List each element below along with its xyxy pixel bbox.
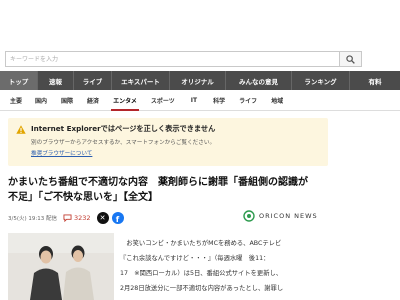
- oricon-logo-icon: [243, 209, 255, 222]
- article-photo-image: [8, 233, 114, 300]
- article-body-line: 2月28日放送分に一部不適切な内容があったとし、謝罪し: [120, 285, 284, 292]
- nav-item-breaking[interactable]: 速報: [38, 71, 74, 90]
- search-input[interactable]: [5, 51, 340, 67]
- x-share-icon[interactable]: ✕: [96, 212, 109, 224]
- comment-icon[interactable]: [63, 214, 72, 222]
- ie-warning-banner: Internet Explorerではページを正しく表示できません 別のブラウザ…: [8, 118, 328, 166]
- tab-life[interactable]: ライフ: [239, 96, 257, 105]
- tab-it[interactable]: IT: [191, 97, 197, 104]
- warning-icon: [16, 125, 26, 134]
- main-nav: トップ 速報 ライブ エキスパート オリジナル みんなの意見 ランキング 有料: [0, 71, 400, 90]
- tab-local[interactable]: 地域: [271, 96, 283, 105]
- recommended-browser-link[interactable]: 推奨ブラウザーについて: [31, 149, 92, 157]
- article-title-line: かまいたち番組で不適切な内容 薬剤師らに謝罪「番組側の認識が: [8, 177, 308, 188]
- nav-item-ranking[interactable]: ランキング: [292, 71, 350, 90]
- tab-sports[interactable]: スポーツ: [151, 96, 175, 105]
- tab-economy[interactable]: 経済: [87, 96, 99, 105]
- nav-item-original[interactable]: オリジナル: [170, 71, 226, 90]
- category-nav: 主要 国内 国際 経済 エンタメ スポーツ IT 科学 ライフ 地域: [0, 90, 400, 111]
- tab-main[interactable]: 主要: [10, 96, 22, 105]
- source-logo[interactable]: ORICON NEWS: [243, 209, 318, 222]
- nav-item-paid[interactable]: 有料: [350, 71, 400, 90]
- nav-item-top[interactable]: トップ: [0, 71, 38, 90]
- tab-international[interactable]: 国際: [61, 96, 73, 105]
- nav-item-live[interactable]: ライブ: [74, 71, 112, 90]
- article-body-line: 『これ余談なんですけど・・・』（毎週水曜 後11：: [120, 255, 270, 262]
- ie-warning-text: 別のブラウザーからアクセスするか、スマートフォンからご覧ください。: [31, 140, 216, 146]
- article-body-line: お笑いコンビ・かまいたちがMCを務める、ABCテレビ: [120, 240, 282, 247]
- page-header: [0, 0, 400, 48]
- source-name: ORICON NEWS: [259, 211, 318, 220]
- tab-domestic[interactable]: 国内: [35, 96, 47, 105]
- nav-item-opinions[interactable]: みんなの意見: [226, 71, 292, 90]
- article-body: お笑いコンビ・かまいたちがMCを務める、ABCテレビ 『これ余談なんですけど・・…: [120, 236, 332, 296]
- article-title: かまいたち番組で不適切な内容 薬剤師らに謝罪「番組側の認識が 不足」「ご不快な思…: [8, 175, 333, 205]
- article-meta: 3/5(火) 19:13 配信 3232 ✕ f: [8, 212, 124, 224]
- tab-entertainment[interactable]: エンタメ: [111, 96, 139, 111]
- tab-science[interactable]: 科学: [213, 96, 225, 105]
- published-time: 3/5(火) 19:13 配信: [8, 216, 57, 222]
- comment-count[interactable]: 3232: [74, 214, 91, 222]
- article-photo[interactable]: [8, 233, 114, 300]
- article-body-line: 17 ※関西ローカル）は5日、番組公式サイトを更新し、: [120, 270, 283, 277]
- facebook-share-icon[interactable]: f: [111, 212, 124, 224]
- nav-item-expert[interactable]: エキスパート: [112, 71, 170, 90]
- search-icon: [346, 54, 355, 64]
- search-button[interactable]: [340, 51, 362, 67]
- ie-warning-title: Internet Explorerではページを正しく表示できません: [31, 124, 216, 133]
- article-title-line: 不足」「ご不快な思いを」【全文】: [8, 192, 158, 203]
